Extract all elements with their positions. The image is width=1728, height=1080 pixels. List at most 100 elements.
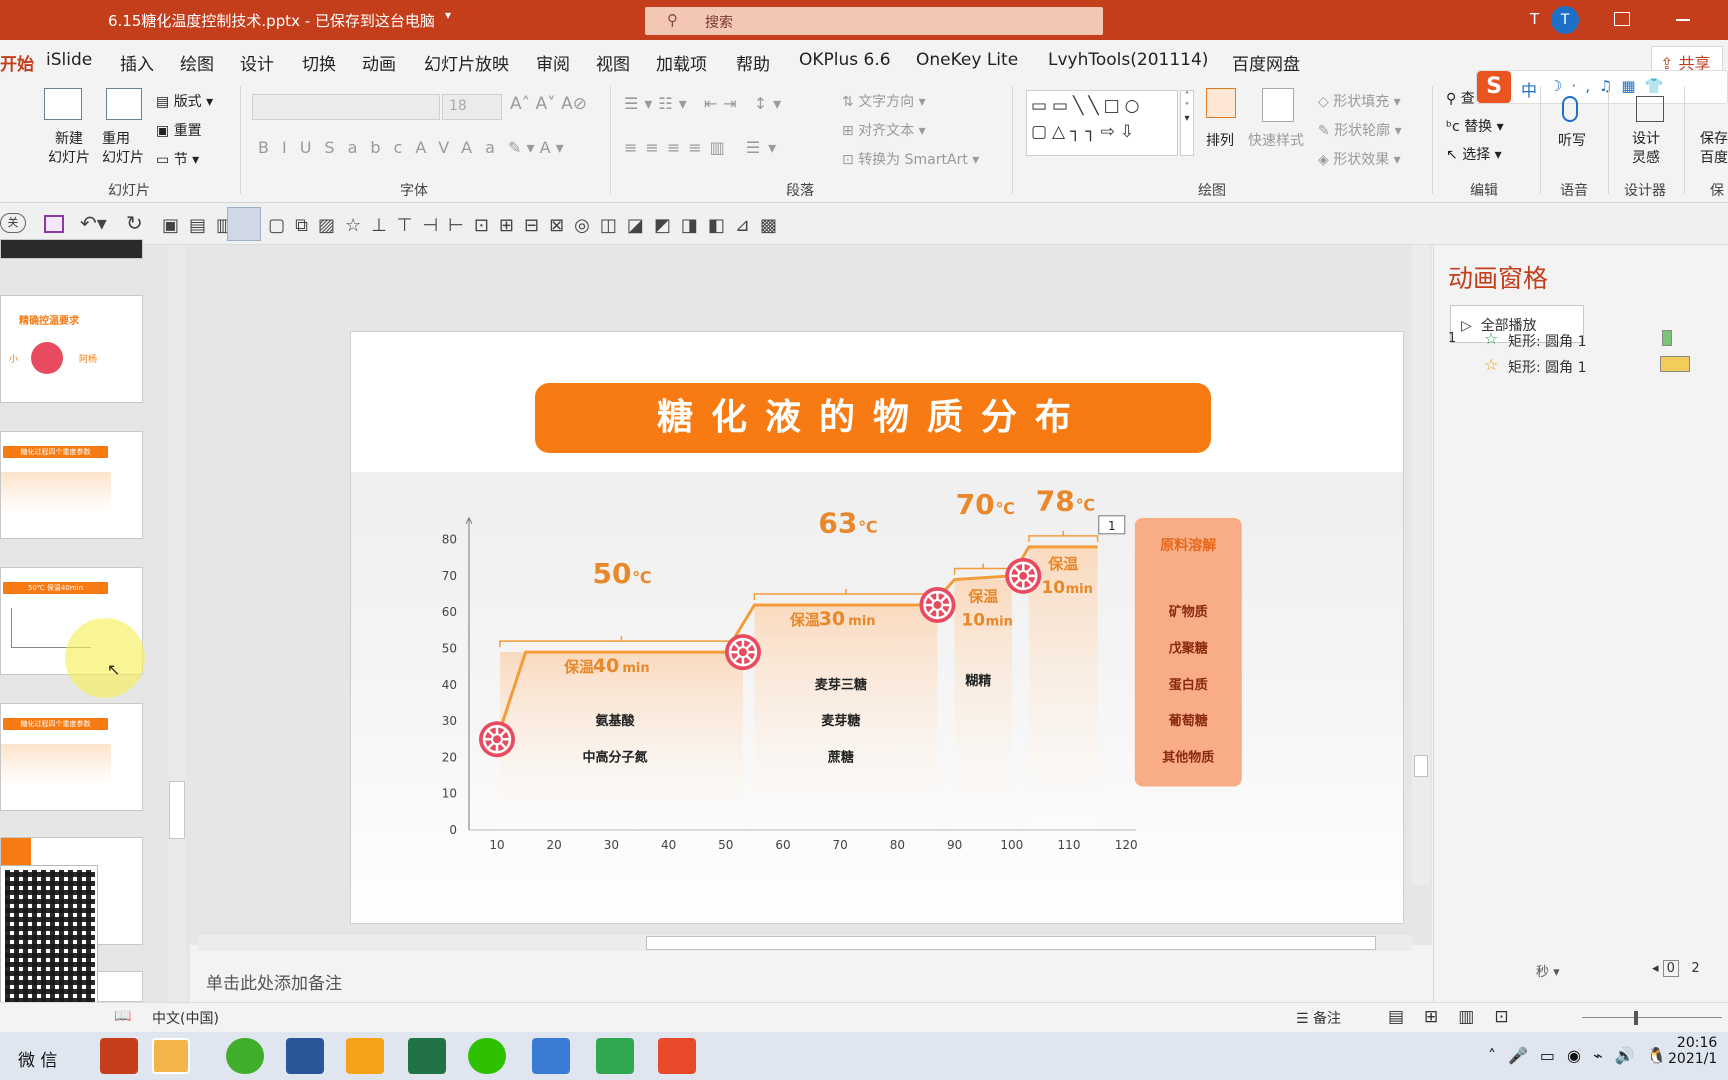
notes-toggle[interactable]: ☰ 备注 xyxy=(1296,1008,1341,1028)
menu-tab[interactable]: LvyhTools(201114) xyxy=(1048,50,1208,70)
gallery-scroll[interactable]: ˄ ˅ ▾ xyxy=(1180,90,1194,156)
camtasia-green-icon[interactable] xyxy=(596,1038,634,1074)
close-qat-button[interactable]: 关 xyxy=(0,213,26,233)
menu-tab[interactable]: iSlide xyxy=(46,50,92,70)
animation-item[interactable]: 1 ☆ 矩形: 圆角 1 xyxy=(1444,327,1714,351)
active-tool-button[interactable] xyxy=(227,207,261,241)
box-item: 矿物质 xyxy=(1169,604,1208,620)
menu-tab[interactable]: OKPlus 6.6 xyxy=(799,50,891,70)
timeline-scale[interactable]: ◂ 0 2 xyxy=(1652,960,1700,977)
menu-tab[interactable]: 绘图 xyxy=(180,50,214,75)
menu-tab[interactable]: 幻灯片放映 xyxy=(424,50,509,75)
search-app-icon[interactable] xyxy=(346,1038,384,1074)
arrange-button[interactable]: 排列 xyxy=(1206,130,1234,150)
undo-icon[interactable]: ↶▾ xyxy=(80,211,107,235)
font-name-field[interactable] xyxy=(252,94,440,120)
excel-icon[interactable] xyxy=(408,1038,446,1074)
replace-button[interactable]: ᵇc 替换 ▾ xyxy=(1446,116,1504,136)
slide-thumb[interactable]: 糖化过程四个重度参数 xyxy=(0,703,143,811)
grow-font-icon[interactable]: A˄ A˅ A⊘ xyxy=(510,94,587,114)
section-button[interactable]: ▭ 节 ▾ xyxy=(156,149,199,169)
photos-icon[interactable] xyxy=(532,1038,570,1074)
notes-label: 备注 xyxy=(1313,1011,1342,1027)
shape-effects-button[interactable]: ◈ 形状效果 ▾ xyxy=(1318,149,1401,169)
dictate-button[interactable]: 听写 xyxy=(1558,130,1586,150)
qq-icon[interactable] xyxy=(152,1038,190,1074)
vertical-scrollbar[interactable] xyxy=(1412,245,1430,885)
menu-tab[interactable]: OneKey Lite xyxy=(916,50,1018,70)
quick-styles-button[interactable]: 快速样式 xyxy=(1248,130,1304,150)
horizontal-scrollbar[interactable] xyxy=(198,935,1412,951)
slide-thumb[interactable]: 50℃ 保温40min ↖ xyxy=(0,567,145,698)
wechat-icon[interactable] xyxy=(468,1038,506,1074)
slide-thumb[interactable]: 精确控温要求 小 阿杨 xyxy=(0,295,143,403)
text-direction-button[interactable]: ⇅ 文字方向 ▾ xyxy=(842,91,926,111)
menu-tab[interactable]: 百度网盘 xyxy=(1232,50,1300,75)
menu-tab[interactable]: 视图 xyxy=(596,50,630,75)
replace-label: 替换 xyxy=(1464,119,1493,135)
menu-tab[interactable]: 开始 xyxy=(0,50,34,75)
highlight-icon[interactable]: ✎ ▾ A ▾ xyxy=(508,138,564,157)
tray-icons[interactable]: ˄🎤▭◉⌁🔊🐧 xyxy=(1488,1046,1678,1065)
word-icon[interactable] xyxy=(286,1038,324,1074)
sogou-lang[interactable]: 中 xyxy=(1521,77,1537,101)
smartart-button[interactable]: ⊡ 转换为 SmartArt ▾ xyxy=(842,149,979,169)
align-text-button[interactable]: ⊞ 对齐文本 ▾ xyxy=(842,120,926,140)
menu-tab[interactable]: 设计 xyxy=(240,50,274,75)
shape-fill-button[interactable]: ◇ 形状填充 ▾ xyxy=(1318,91,1401,111)
menu-tab[interactable]: 插入 xyxy=(120,50,154,75)
list-buttons[interactable]: ☰▾☷▾ ⇤⇥ ↕▾ xyxy=(624,94,787,113)
view-buttons[interactable]: ▤⊞▥⊡ xyxy=(1388,1007,1529,1027)
zoom-slider[interactable] xyxy=(1582,1017,1722,1018)
animation-item[interactable]: ☆ 矩形: 圆角 1 xyxy=(1444,353,1714,377)
font-size-field[interactable]: 18 xyxy=(442,94,502,120)
y-tick-label: 10 xyxy=(442,787,457,801)
chevron-down-icon[interactable]: ▾ xyxy=(445,8,451,22)
menu-tab[interactable]: 审阅 xyxy=(536,50,570,75)
save-baidu-button[interactable]: 保存 百度 xyxy=(1700,130,1728,168)
reuse-slides-button[interactable]: 重用 幻灯片 xyxy=(102,130,144,168)
new-slide-button[interactable]: 新建 幻灯片 xyxy=(48,130,90,168)
find-button[interactable]: ⚲ 查 xyxy=(1446,88,1475,108)
select-button[interactable]: ↖ 选择 ▾ xyxy=(1446,144,1502,164)
camtasia-red-icon[interactable] xyxy=(658,1038,696,1074)
time-unit[interactable]: 秒 ▾ xyxy=(1536,961,1560,980)
align-buttons[interactable]: ≡≡≡≡▥ ☰▾ xyxy=(624,138,784,157)
scroll-thumb[interactable] xyxy=(646,936,1376,950)
y-tick-label: 30 xyxy=(442,714,457,728)
save-icon[interactable] xyxy=(44,215,64,233)
slide-thumb[interactable] xyxy=(0,239,143,259)
language-indicator[interactable]: 中文(中国) xyxy=(152,1008,219,1028)
thumb-scrollbar[interactable] xyxy=(168,245,186,1002)
layout-button[interactable]: ▤ 版式 ▾ xyxy=(156,91,213,111)
zoom-thumb[interactable] xyxy=(1634,1011,1638,1025)
search-input[interactable]: ⚲ 搜索 xyxy=(645,7,1103,35)
notes-pane[interactable]: 单击此处添加备注 xyxy=(190,955,1432,1002)
design-ideas-button[interactable]: 设计 灵感 xyxy=(1632,130,1660,168)
scroll-thumb[interactable] xyxy=(169,781,185,839)
scroll-thumb[interactable] xyxy=(1414,755,1428,777)
ribbon-display-icon[interactable] xyxy=(1614,12,1630,26)
powerpoint-icon[interactable] xyxy=(100,1038,138,1074)
menu-tab[interactable]: 加载项 xyxy=(656,50,707,75)
reset-button[interactable]: ▣ 重置 xyxy=(156,120,202,140)
accessibility-icon[interactable]: 📖 xyxy=(114,1008,131,1024)
animation-number: 1 xyxy=(1448,331,1457,346)
menu-tab[interactable]: 切换 xyxy=(302,50,336,75)
clock[interactable]: 20:16 2021/1 xyxy=(1668,1035,1717,1067)
redo-icon[interactable]: ↻ xyxy=(126,211,143,235)
shape-outline-button[interactable]: ✎ 形状轮廓 ▾ xyxy=(1318,120,1402,140)
browser-icon[interactable] xyxy=(226,1038,264,1074)
time-unit-label: 秒 xyxy=(1536,965,1550,980)
font-format-buttons[interactable]: BIUSabcAVAa xyxy=(258,138,508,157)
slide-thumb[interactable]: 糖化过程四个重度参数 xyxy=(0,431,143,539)
sogou-toolbar[interactable]: S 中 ☽·,♫▦👕 xyxy=(1476,70,1728,104)
menu-tab[interactable]: 动画 xyxy=(362,50,396,75)
shape-gallery[interactable]: ▭▭╲╲□○ ▢△┐┐⇨⇩ xyxy=(1026,90,1178,156)
avatar[interactable]: T xyxy=(1551,6,1579,34)
sogou-tools-icon[interactable]: ☽·,♫▦👕 xyxy=(1549,77,1672,95)
menu-tab[interactable]: 帮助 xyxy=(736,50,770,75)
slide-canvas[interactable]: 糖化液的物质分布 10 20 30 40 50 60 70 80 90 100 110 120 0 10 2… xyxy=(350,331,1404,924)
hold-unit: min xyxy=(986,615,1013,630)
minimize-icon[interactable] xyxy=(1676,19,1690,21)
